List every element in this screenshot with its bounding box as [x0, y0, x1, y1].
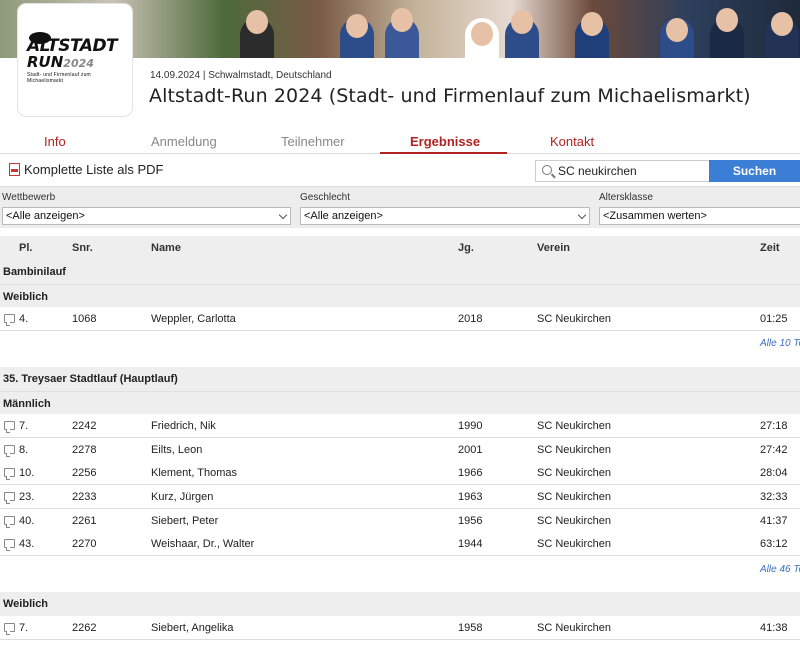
table-row[interactable]: 7. 2242 Friedrich, Nik 1990 SC Neukirche… — [0, 414, 800, 438]
more-results-row: Alle 46 Te — [0, 556, 800, 592]
comment-icon[interactable] — [4, 539, 15, 551]
filter-label-wettbewerb: Wettbewerb — [2, 192, 56, 203]
table-row[interactable]: 43. 2270 Weishaar, Dr., Walter 1944 SC N… — [0, 532, 800, 556]
logo-subtitle: Stadt- und Firmenlauf zum Michaelismarkt — [27, 72, 91, 84]
search-input[interactable] — [558, 164, 706, 178]
results-table-header: Pl. Snr. Name Jg. Verein Zeit — [0, 236, 800, 260]
table-row[interactable]: 8. 2278 Eilts, Leon 2001 SC Neukirchen 2… — [0, 438, 800, 462]
tab-anmeldung[interactable]: Anmeldung — [151, 134, 217, 149]
main-tabs: Info Anmeldung Teilnehmer Ergebnisse Kon… — [0, 126, 800, 154]
group-header-gender: Weiblich — [0, 592, 800, 616]
comment-icon[interactable] — [4, 516, 15, 528]
comment-icon[interactable] — [4, 421, 15, 433]
table-row[interactable]: 40. 2261 Siebert, Peter 1956 SC Neukirch… — [0, 509, 800, 533]
banner-figure — [666, 18, 688, 42]
tab-info[interactable]: Info — [44, 134, 66, 149]
col-verein[interactable]: Verein — [537, 242, 570, 254]
chevron-down-icon — [278, 210, 288, 220]
select-wettbewerb[interactable]: <Alle anzeigen> — [2, 207, 291, 225]
search-button[interactable]: Suchen — [709, 160, 800, 182]
filter-label-altersklasse: Altersklasse — [599, 192, 653, 203]
banner-figure — [511, 10, 533, 34]
comment-icon[interactable] — [4, 492, 15, 504]
tab-kontakt[interactable]: Kontakt — [550, 134, 594, 149]
comment-icon[interactable] — [4, 314, 15, 326]
comment-icon[interactable] — [4, 623, 15, 635]
filter-label-geschlecht: Geschlecht — [300, 192, 351, 203]
pdf-download-link[interactable]: Komplette Liste als PDF — [9, 162, 163, 177]
active-tab-indicator — [380, 152, 507, 154]
table-row[interactable]: 10. 2256 Klement, Thomas 1966 SC Neukirc… — [0, 461, 800, 485]
banner-figure — [246, 10, 268, 34]
chevron-down-icon — [577, 210, 587, 220]
banner-figure — [471, 22, 493, 46]
select-altersklasse[interactable]: <Zusammen werten> — [599, 207, 800, 225]
banner-figure — [581, 12, 603, 36]
banner-figure — [771, 12, 793, 36]
col-snr[interactable]: Snr. — [72, 242, 93, 254]
table-row[interactable]: 23. 2233 Kurz, Jürgen 1963 SC Neukirchen… — [0, 485, 800, 509]
comment-icon[interactable] — [4, 468, 15, 480]
banner-figure — [346, 14, 368, 38]
group-header-competition: 35. Treysaer Stadtlauf (Hauptlauf) — [0, 367, 800, 391]
tab-teilnehmer[interactable]: Teilnehmer — [281, 134, 345, 149]
event-date-location: 14.09.2024 | Schwalmstadt, Deutschland — [150, 70, 332, 81]
search-icon — [542, 165, 552, 175]
logo-run-year: RUN2024 — [27, 53, 94, 71]
logo-runner-shape — [29, 32, 51, 44]
col-jg[interactable]: Jg. — [458, 242, 474, 254]
comment-icon[interactable] — [4, 445, 15, 457]
pdf-icon — [9, 163, 20, 176]
tab-ergebnisse[interactable]: Ergebnisse — [410, 134, 480, 149]
more-results-row: Alle 10 Te — [0, 331, 800, 367]
table-row[interactable]: 4. 1068 Weppler, Carlotta 2018 SC Neukir… — [0, 307, 800, 331]
event-logo[interactable]: ALTSTADT RUN2024 Stadt- und Firmenlauf z… — [18, 4, 132, 116]
show-all-link[interactable]: Alle 10 Te — [760, 338, 800, 349]
group-header-competition: Bambinilauf — [0, 260, 800, 284]
event-title: Altstadt-Run 2024 (Stadt- und Firmenlauf… — [149, 85, 751, 107]
show-all-link[interactable]: Alle 46 Te — [760, 564, 800, 575]
filter-bar: Wettbewerb <Alle anzeigen> Geschlecht <A… — [0, 186, 800, 228]
group-header-gender: Weiblich — [0, 284, 800, 308]
col-name[interactable]: Name — [151, 242, 181, 254]
col-zeit[interactable]: Zeit — [760, 242, 780, 254]
table-row[interactable]: 7. 2262 Siebert, Angelika 1958 SC Neukir… — [0, 616, 800, 640]
select-geschlecht[interactable]: <Alle anzeigen> — [300, 207, 590, 225]
search-box — [535, 160, 709, 182]
pdf-link-label: Komplette Liste als PDF — [24, 162, 164, 177]
results-toolbar: Komplette Liste als PDF Suchen — [0, 156, 800, 186]
col-pl[interactable]: Pl. — [19, 242, 32, 254]
banner-figure — [391, 8, 413, 32]
group-header-gender: Männlich — [0, 391, 800, 415]
banner-figure — [716, 8, 738, 32]
